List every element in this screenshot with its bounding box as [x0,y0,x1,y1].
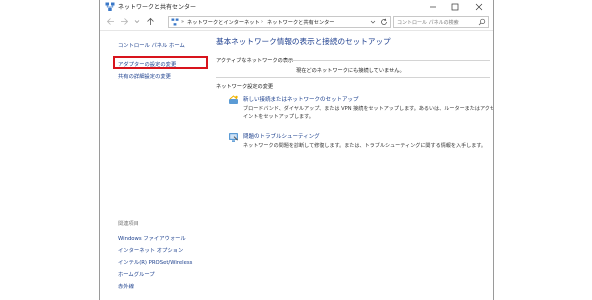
page-title: 基本ネットワーク情報の表示と接続のセットアップ [216,37,391,46]
address-bar[interactable]: » ネットワークとインターネット › ネットワークと共有センター [168,16,391,28]
related-link-intel-proset-wireless[interactable]: インテル(R) PROSet/Wireless [118,258,192,266]
control-panel-window: ネットワークと共有センター » ネットワークとインターネット › ネットワークと… [99,0,494,300]
back-arrow-icon[interactable] [106,17,115,26]
maximize-icon [451,3,459,10]
close-button[interactable] [468,0,490,13]
related-link-internet-options[interactable]: インターネット オプション [118,246,183,254]
related-heading: 関連項目 [118,221,139,227]
sidebar-home-link[interactable]: コントロール パネル ホーム [118,41,185,49]
section-divider [216,77,490,78]
minimize-icon [430,6,436,7]
search-placeholder: コントロール パネルの検索 [397,20,459,26]
network-setup-icon [229,95,238,104]
section-divider [280,60,490,61]
search-icon[interactable] [478,18,486,26]
network-icon [105,2,115,11]
refresh-icon[interactable] [380,18,388,26]
breadcrumb-separator-icon: › [261,19,263,25]
related-link-infrared[interactable]: 赤外線 [118,282,134,290]
main-content: 基本ネットワーク情報の表示と接続のセットアップ アクティブなネットワークの表示 … [212,31,493,300]
close-icon [475,3,483,10]
troubleshoot-description: ネットワークの問題を診断して修復します。または、トラブルシューティングに関する情… [243,143,487,149]
network-center-icon [171,18,179,26]
sidebar: コントロール パネル ホーム アダプターの設定の変更 共有の詳細設定の変更 関連… [100,31,208,300]
breadcrumb-network-internet[interactable]: ネットワークとインターネット [187,19,260,26]
navigation-bar: » ネットワークとインターネット › ネットワークと共有センター コントロール … [100,13,493,31]
change-settings-heading: ネットワーク設定の変更 [216,84,274,90]
sidebar-item-change-adapter-settings[interactable]: アダプターの設定の変更 [118,60,176,68]
title-bar: ネットワークと共有センター [100,0,493,13]
minimize-button[interactable] [422,0,444,13]
breadcrumb-separator-icon: » [181,19,185,25]
related-link-windows-firewall[interactable]: Windows ファイアウォール [118,234,186,242]
connection-status-text: 現在どのネットワークにも接続していません。 [296,68,405,74]
related-link-homegroup[interactable]: ホームグループ [118,270,155,278]
setup-new-connection-link[interactable]: 新しい接続またはネットワークのセットアップ [243,95,359,103]
maximize-button[interactable] [444,0,466,13]
troubleshoot-icon [229,133,238,142]
window-title: ネットワークと共有センター [118,4,197,11]
search-input[interactable]: コントロール パネルの検索 [393,16,489,28]
recent-locations-chevron-icon[interactable] [134,17,140,26]
up-arrow-icon[interactable] [146,17,155,26]
address-dropdown-icon[interactable] [370,19,376,25]
breadcrumb-network-sharing-center[interactable]: ネットワークと共有センター [267,19,334,26]
sidebar-item-advanced-sharing-settings[interactable]: 共有の詳細設定の変更 [118,72,171,80]
setup-description-line2: イントをセットアップします。 [243,114,314,120]
setup-description-line1: ブロードバンド、ダイヤルアップ、または VPN 接続をセットアップします。あるい… [243,106,494,112]
forward-arrow-icon[interactable] [120,17,129,26]
troubleshoot-problems-link[interactable]: 問題のトラブルシューティング [243,132,320,140]
